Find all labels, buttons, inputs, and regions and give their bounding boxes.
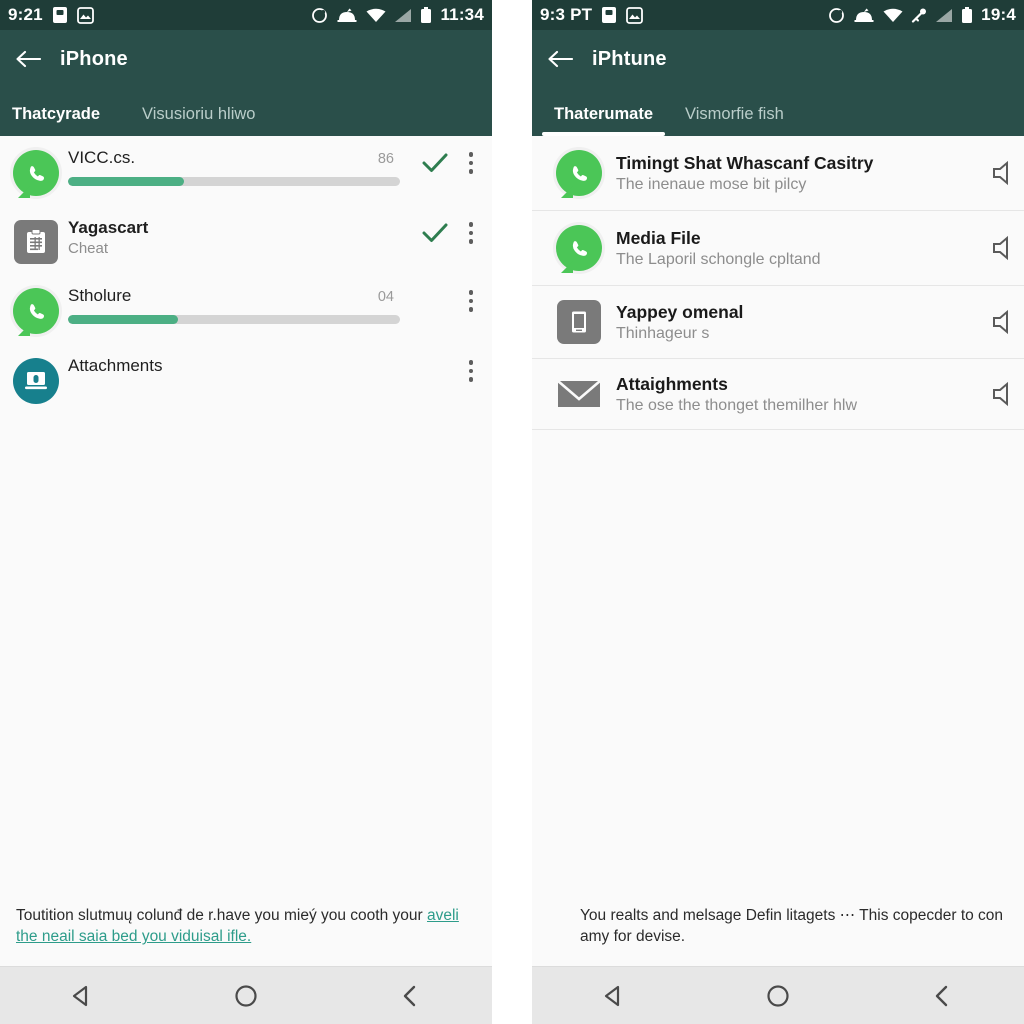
check-icon [422,220,448,246]
wifi-icon [366,8,386,23]
list-item[interactable]: Stholure 04 [0,274,492,344]
right-app-bar: iPhtune Thaterumate Vismorfie fish [532,30,1024,136]
recents-chevron-icon[interactable] [382,976,438,1016]
speaker-icon[interactable] [990,381,1024,407]
status-clock-right: 19:4 [981,5,1016,24]
speaker-icon[interactable] [990,309,1024,335]
envelope-icon [552,373,606,415]
battery-icon [961,6,973,24]
list-item[interactable]: Timingt Shat Whascanf Casitry The inenau… [532,136,1024,211]
list-item-title: Yappey omenal [616,301,744,322]
list-item[interactable]: VICC.cs. 86 [0,136,492,206]
list-item-title: Stholure [68,286,132,305]
home-circle-icon[interactable] [218,976,274,1016]
wifi-icon [883,8,903,23]
back-arrow-icon[interactable] [546,45,574,73]
page-title: iPhtune [592,47,667,70]
list-item-title: Media File [616,227,701,248]
left-tab-bar: Thatcyrade Visusioriu hliwo [0,84,492,136]
signal-icon [935,8,953,23]
footer-note-text: You realts and melsage Defin litagets ⋯ … [580,907,1004,946]
list-item-subtitle: Cheat [68,240,109,257]
left-status-bar: 9:21 11:34 [0,0,492,30]
sim-card-icon [601,6,617,24]
right-status-bar: 9:3 PT 19:4 [532,0,1024,30]
left-system-nav-bar [0,966,492,1024]
key-icon [911,8,927,23]
tab-primary[interactable]: Thaterumate [538,105,669,136]
phone-device-icon [552,300,606,344]
status-clock-left: 9:3 PT [540,5,593,24]
list-item-title: Attaighments [616,373,728,394]
overflow-menu-icon[interactable] [460,288,482,314]
sync-icon [311,7,328,24]
list-item-subtitle: The ose the thonget themilher hlw [616,396,858,414]
list-item-title: Yagascart [68,218,149,237]
left-phone-screen: 9:21 11:34 iPhone Thatcyrade Visusioriu … [0,0,492,1024]
whatsapp-icon [10,286,62,334]
overflow-menu-icon[interactable] [460,150,482,176]
check-icon-placeholder [422,288,448,314]
progress-bar [68,315,400,324]
laptop-lock-icon [10,356,62,404]
clipboard-icon [10,218,62,264]
left-list: VICC.cs. 86 Yagascart Cheat Stholure 04 … [0,136,492,897]
list-item[interactable]: Media File The Laporil schongle cpltand [532,211,1024,286]
sim-card-icon [52,6,68,24]
list-item[interactable]: Yappey omenal Thinhageur s [532,286,1024,359]
back-triangle-icon[interactable] [54,976,110,1016]
left-app-bar: iPhone Thatcyrade Visusioriu hliwo [0,30,492,136]
list-item-subtitle: Thinhageur s [616,324,710,342]
notification-icon [336,8,358,23]
tab-secondary[interactable]: Vismorfie fish [669,105,800,136]
overflow-menu-icon[interactable] [460,358,482,384]
check-icon [422,150,448,176]
tab-secondary[interactable]: Visusioriu hliwo [136,105,291,136]
list-item[interactable]: Attaighments The ose the thonget themilh… [532,359,1024,430]
whatsapp-icon [552,225,606,271]
footer-note: Toutition slutmuų colunđ de r.have you m… [0,896,492,966]
photos-icon [626,6,644,24]
right-phone-screen: 9:3 PT 19:4 iPhtune Thaterumate Vismorfi… [532,0,1024,1024]
list-item-title: Attachments [68,356,163,375]
panel-divider [492,0,532,1024]
recents-chevron-icon[interactable] [914,976,970,1016]
list-item-value: 04 [377,289,394,305]
right-list: Timingt Shat Whascanf Casitry The inenau… [532,136,1024,897]
list-item[interactable]: Yagascart Cheat [0,206,492,274]
status-clock-right: 11:34 [440,5,484,24]
battery-icon [420,6,432,24]
speaker-icon[interactable] [990,235,1024,261]
list-item-title: Timingt Shat Whascanf Casitry [616,152,874,173]
overflow-menu-icon[interactable] [460,220,482,246]
status-clock-left: 9:21 [8,5,43,24]
list-item-value: 86 [377,151,394,167]
home-circle-icon[interactable] [750,976,806,1016]
right-system-nav-bar [532,966,1024,1024]
signal-icon [394,8,412,23]
speaker-icon[interactable] [990,160,1024,186]
tab-primary[interactable]: Thatcyrade [6,105,136,136]
photos-icon [76,6,94,24]
back-arrow-icon[interactable] [14,45,42,73]
whatsapp-icon [10,148,62,196]
progress-bar [68,177,400,186]
footer-note-text: Toutition slutmuų colunđ de r.have you m… [16,907,427,925]
right-tab-bar: Thaterumate Vismorfie fish [532,84,1024,136]
list-item-subtitle: The inenaue mose bit pilcy [616,175,807,193]
whatsapp-icon [552,150,606,196]
notification-icon [853,8,875,23]
list-item[interactable]: Attachments [0,344,492,414]
sync-icon [828,7,845,24]
dual-phone-screenshot: 9:21 11:34 iPhone Thatcyrade Visusioriu … [0,0,1024,1024]
page-title: iPhone [60,47,128,70]
footer-note: You realts and melsage Defin litagets ⋯ … [532,896,1024,966]
back-triangle-icon[interactable] [586,976,642,1016]
check-icon-placeholder [422,358,448,384]
list-item-subtitle: The Laporil schongle cpltand [616,250,821,268]
list-item-title: VICC.cs. [68,148,136,167]
